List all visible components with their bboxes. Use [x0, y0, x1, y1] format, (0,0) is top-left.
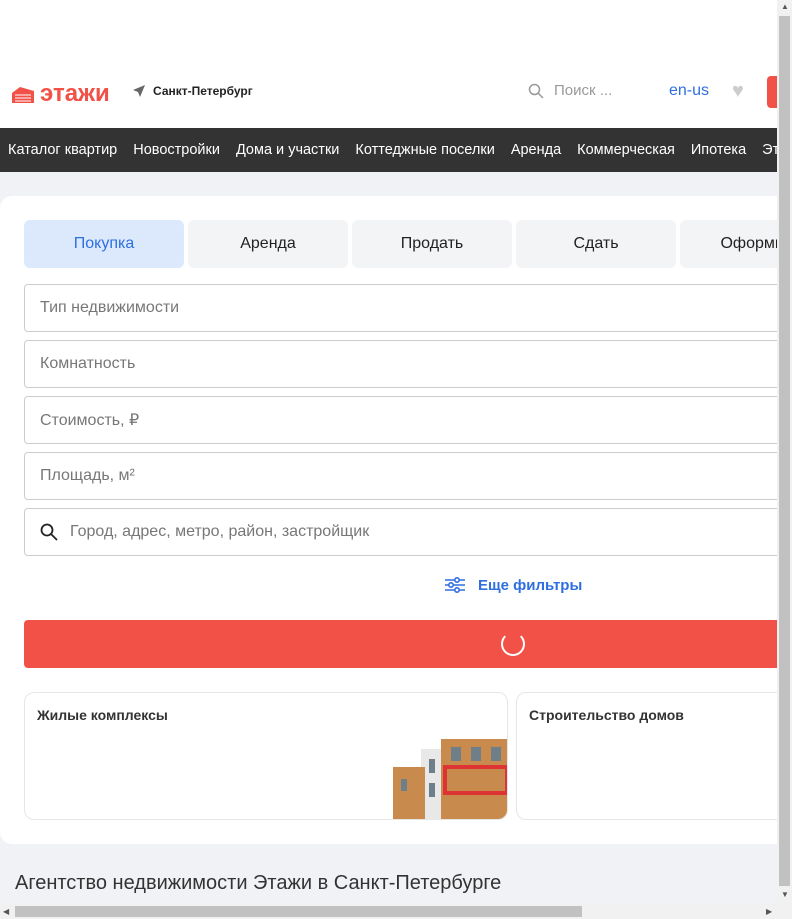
logo-building-icon: [12, 87, 34, 103]
logo[interactable]: этажи: [12, 80, 110, 108]
tab-buy[interactable]: Покупка: [24, 220, 184, 268]
nav-item[interactable]: Эт: [762, 142, 777, 158]
scroll-down-icon[interactable]: ▼: [781, 890, 789, 899]
logo-text: этажи: [40, 80, 110, 107]
vertical-scrollbar[interactable]: ▲ ▼: [777, 0, 792, 904]
scroll-right-icon[interactable]: ▶: [766, 907, 772, 916]
tab-sell[interactable]: Продать: [352, 220, 512, 268]
search-placeholder: Поиск ...: [554, 82, 613, 99]
vertical-scroll-thumb[interactable]: [779, 16, 790, 886]
location-arrow-icon: [133, 85, 145, 97]
header: этажи Санкт-Петербург Поиск ... en-us ♥: [0, 0, 777, 128]
rooms-select[interactable]: Комнатность: [24, 340, 777, 388]
search-input[interactable]: Поиск ...: [528, 82, 612, 99]
tile-title: Жилые комплексы: [37, 707, 168, 723]
nav-item[interactable]: Ипотека: [691, 142, 746, 158]
main-nav: Каталог квартир Новостройки Дома и участ…: [0, 128, 777, 172]
language-link[interactable]: en-us: [669, 82, 709, 100]
loading-spinner-icon: [501, 632, 525, 656]
nav-item[interactable]: Коттеджные поселки: [355, 142, 494, 158]
location-input[interactable]: Город, адрес, метро, район, застройщик: [24, 508, 777, 556]
deal-tabs: Покупка Аренда Продать Сдать Оформить: [24, 220, 777, 268]
tile-title: Строительство домов: [529, 707, 684, 723]
nav-item[interactable]: Аренда: [511, 142, 561, 158]
tab-apply[interactable]: Оформить: [680, 220, 777, 268]
tab-let[interactable]: Сдать: [516, 220, 676, 268]
more-filters-label: Еще фильтры: [478, 576, 583, 594]
search-icon: [40, 523, 58, 541]
tile-house-construction[interactable]: Строительство домов: [516, 692, 777, 820]
city-selector[interactable]: Санкт-Петербург: [133, 84, 253, 98]
scroll-left-icon[interactable]: ◀: [3, 907, 9, 916]
filter-sliders-icon: [445, 576, 465, 594]
nav-item[interactable]: Каталог квартир: [8, 142, 117, 158]
property-type-select[interactable]: Тип недвижимости: [24, 284, 777, 332]
tab-rent[interactable]: Аренда: [188, 220, 348, 268]
area-input[interactable]: Площадь, м²: [24, 452, 777, 500]
search-icon: [528, 83, 544, 99]
section-title: Агентство недвижимости Этажи в Санкт-Пет…: [15, 872, 502, 894]
building-image: [393, 739, 507, 819]
tile-residential-complexes[interactable]: Жилые комплексы: [24, 692, 508, 820]
nav-item[interactable]: Новостройки: [133, 142, 220, 158]
price-input[interactable]: Стоимость, ₽: [24, 396, 777, 444]
city-label: Санкт-Петербург: [153, 84, 253, 98]
horizontal-scroll-thumb[interactable]: [15, 906, 582, 917]
favorites-heart-icon[interactable]: ♥: [732, 80, 744, 103]
search-card: Покупка Аренда Продать Сдать Оформить Ти…: [0, 196, 777, 844]
location-placeholder: Город, адрес, метро, район, застройщик: [70, 523, 370, 540]
search-submit-button[interactable]: [24, 620, 777, 668]
more-filters-button[interactable]: Еще фильтры: [444, 576, 582, 594]
horizontal-scrollbar[interactable]: ◀ ▶: [0, 904, 792, 919]
viewport: этажи Санкт-Петербург Поиск ... en-us ♥ …: [0, 0, 777, 904]
nav-item[interactable]: Дома и участки: [236, 142, 339, 158]
nav-item[interactable]: Коммерческая: [577, 142, 675, 158]
header-action-button[interactable]: [767, 76, 777, 108]
scroll-up-icon[interactable]: ▲: [781, 2, 789, 11]
